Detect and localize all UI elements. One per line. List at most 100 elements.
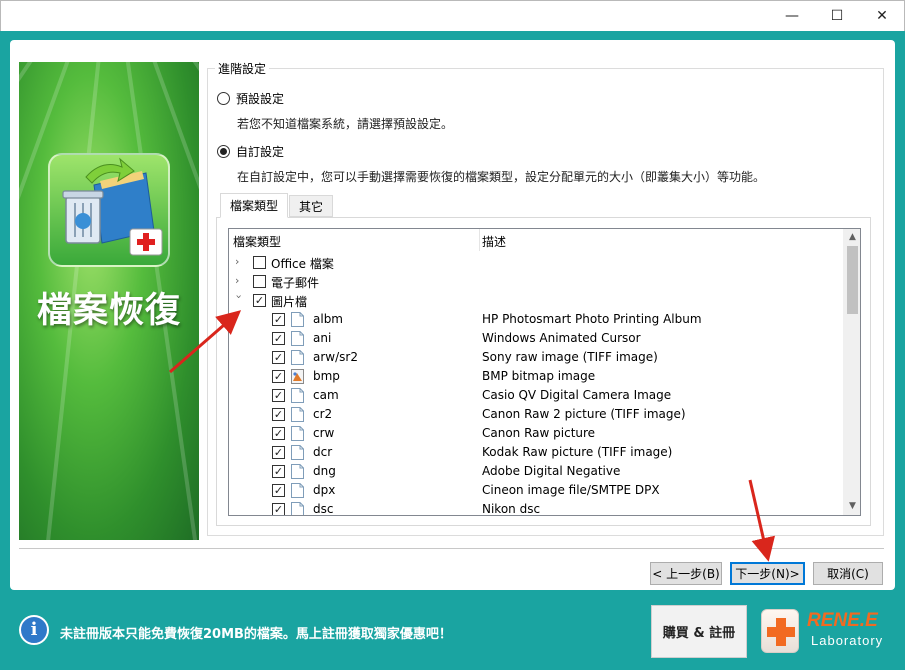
file-description: BMP bitmap image <box>482 369 596 383</box>
radio-circle-selected <box>217 145 230 158</box>
collapse-chevron-icon[interactable]: › <box>233 295 246 305</box>
custom-settings-label: 自訂設定 <box>236 145 285 159</box>
file-icon <box>291 350 304 365</box>
list-item[interactable]: ✓ dsc Nikon dsc <box>229 500 844 516</box>
custom-settings-radio[interactable]: 自訂設定 <box>217 143 284 160</box>
close-button[interactable]: ✕ <box>859 1 905 31</box>
list-item[interactable]: ✓ ani Windows Animated Cursor <box>229 329 844 348</box>
column-header-type[interactable]: 檔案類型 <box>233 233 281 250</box>
file-type-list[interactable]: 檔案類型 描述 › Office 檔案 › 電子郵件 › ✓ 圖片檔 ✓ albm… <box>228 228 861 516</box>
category-row-email[interactable]: › 電子郵件 <box>229 272 844 291</box>
list-item[interactable]: ✓ crw Canon Raw picture <box>229 424 844 443</box>
list-item[interactable]: ✓ cr2 Canon Raw 2 picture (TIFF image) <box>229 405 844 424</box>
file-icon <box>291 483 304 498</box>
file-icon <box>291 407 304 422</box>
radio-circle <box>217 92 230 105</box>
checkbox-checked[interactable]: ✓ <box>272 503 285 515</box>
checkbox-checked[interactable]: ✓ <box>272 351 285 364</box>
maximize-button[interactable]: ☐ <box>814 1 860 31</box>
file-extension: cam <box>313 388 339 402</box>
file-description: Canon Raw picture <box>482 426 596 440</box>
file-extension: ani <box>313 331 332 345</box>
tab-other[interactable]: 其它 <box>289 195 334 217</box>
category-label: Office 檔案 <box>271 257 334 271</box>
category-row-office[interactable]: › Office 檔案 <box>229 253 844 272</box>
checkbox-checked[interactable]: ✓ <box>272 408 285 421</box>
file-extension: dsc <box>313 502 334 516</box>
file-extension: crw <box>313 426 335 440</box>
file-icon <box>291 388 304 403</box>
cancel-button[interactable]: 取消(C) <box>813 562 883 585</box>
back-button[interactable]: < 上一步(B) <box>650 562 722 585</box>
list-header: 檔案類型 描述 <box>229 229 844 251</box>
scroll-thumb[interactable] <box>847 246 858 314</box>
default-settings-radio[interactable]: 預設設定 <box>217 90 284 107</box>
next-button[interactable]: 下一步(N)> <box>730 562 805 585</box>
file-extension: cr2 <box>313 407 333 421</box>
logo-cross-icon <box>761 609 799 653</box>
file-description: Canon Raw 2 picture (TIFF image) <box>482 407 686 421</box>
checkbox-checked[interactable]: ✓ <box>272 389 285 402</box>
file-extension: dpx <box>313 483 336 497</box>
checkbox[interactable] <box>253 275 266 288</box>
buy-register-button[interactable]: 購買 & 註冊 <box>651 605 747 658</box>
scroll-down-arrow-icon[interactable]: ▼ <box>844 498 860 515</box>
file-icon <box>291 445 304 460</box>
file-description: HP Photosmart Photo Printing Album <box>482 312 702 326</box>
list-item[interactable]: ✓ dpx Cineon image file/SMTPE DPX <box>229 481 844 500</box>
file-description: Adobe Digital Negative <box>482 464 621 478</box>
list-item[interactable]: ✓ dcr Kodak Raw picture (TIFF image) <box>229 443 844 462</box>
default-settings-hint: 若您不知道檔案系統，請選擇預設設定。 <box>237 117 454 131</box>
file-icon <box>291 502 304 515</box>
file-extension: arw/sr2 <box>313 350 358 364</box>
file-icon <box>291 464 304 479</box>
checkbox-checked[interactable]: ✓ <box>272 313 285 326</box>
logo-name: RENE.E <box>807 610 878 631</box>
banner-title: 檔案恢復 <box>36 291 181 331</box>
separator <box>19 548 884 549</box>
tab-file-types[interactable]: 檔案類型 <box>220 193 289 218</box>
checkbox-checked[interactable]: ✓ <box>272 465 285 478</box>
checkbox-checked[interactable]: ✓ <box>272 370 285 383</box>
paint-icon <box>291 369 304 384</box>
checkbox[interactable] <box>253 256 266 269</box>
logo-subtitle: Laboratory <box>811 633 884 648</box>
minimize-button[interactable]: — <box>769 1 815 31</box>
checkbox-checked[interactable]: ✓ <box>272 484 285 497</box>
side-banner: 檔案恢復 <box>19 62 199 540</box>
list-item[interactable]: ✓ arw/sr2 Sony raw image (TIFF image) <box>229 348 844 367</box>
file-icon <box>291 312 304 327</box>
file-description: Casio QV Digital Camera Image <box>482 388 672 402</box>
checkbox-checked[interactable]: ✓ <box>272 332 285 345</box>
list-item[interactable]: ✓ bmp BMP bitmap image <box>229 367 844 386</box>
category-label: 圖片檔 <box>271 295 308 309</box>
checkbox-checked[interactable]: ✓ <box>272 427 285 440</box>
list-item[interactable]: ✓ cam Casio QV Digital Camera Image <box>229 386 844 405</box>
list-item[interactable]: ✓ albm HP Photosmart Photo Printing Album <box>229 310 844 329</box>
category-row-images[interactable]: › ✓ 圖片檔 <box>229 291 844 310</box>
category-label: 電子郵件 <box>271 276 320 290</box>
expand-chevron-icon[interactable]: › <box>235 255 245 268</box>
list-item[interactable]: ✓ dng Adobe Digital Negative <box>229 462 844 481</box>
scroll-up-arrow-icon[interactable]: ▲ <box>844 229 860 246</box>
file-description: Cineon image file/SMTPE DPX <box>482 483 660 497</box>
default-settings-label: 預設設定 <box>236 92 285 106</box>
custom-settings-hint: 在自訂設定中，您可以手動選擇需要恢復的檔案類型，設定分配單元的大小（即叢集大小）… <box>237 170 766 184</box>
file-extension: albm <box>313 312 343 326</box>
checkbox-checked[interactable]: ✓ <box>253 294 266 307</box>
info-icon: i <box>19 615 49 645</box>
title-bar: — ☐ ✕ <box>0 0 905 31</box>
column-header-description[interactable]: 描述 <box>482 233 506 250</box>
vertical-scrollbar[interactable]: ▲ ▼ <box>843 229 860 515</box>
file-icon <box>291 331 304 346</box>
checkbox-checked[interactable]: ✓ <box>272 446 285 459</box>
file-description: Nikon dsc <box>482 502 541 516</box>
file-description: Windows Animated Cursor <box>482 331 641 345</box>
rene-logo[interactable]: RENE.E Laboratory <box>753 605 893 658</box>
file-extension: dcr <box>313 445 333 459</box>
file-extension: bmp <box>313 369 340 383</box>
file-icon <box>291 426 304 441</box>
group-legend: 進階設定 <box>215 60 270 77</box>
expand-chevron-icon[interactable]: › <box>235 274 245 287</box>
file-extension: dng <box>313 464 336 478</box>
